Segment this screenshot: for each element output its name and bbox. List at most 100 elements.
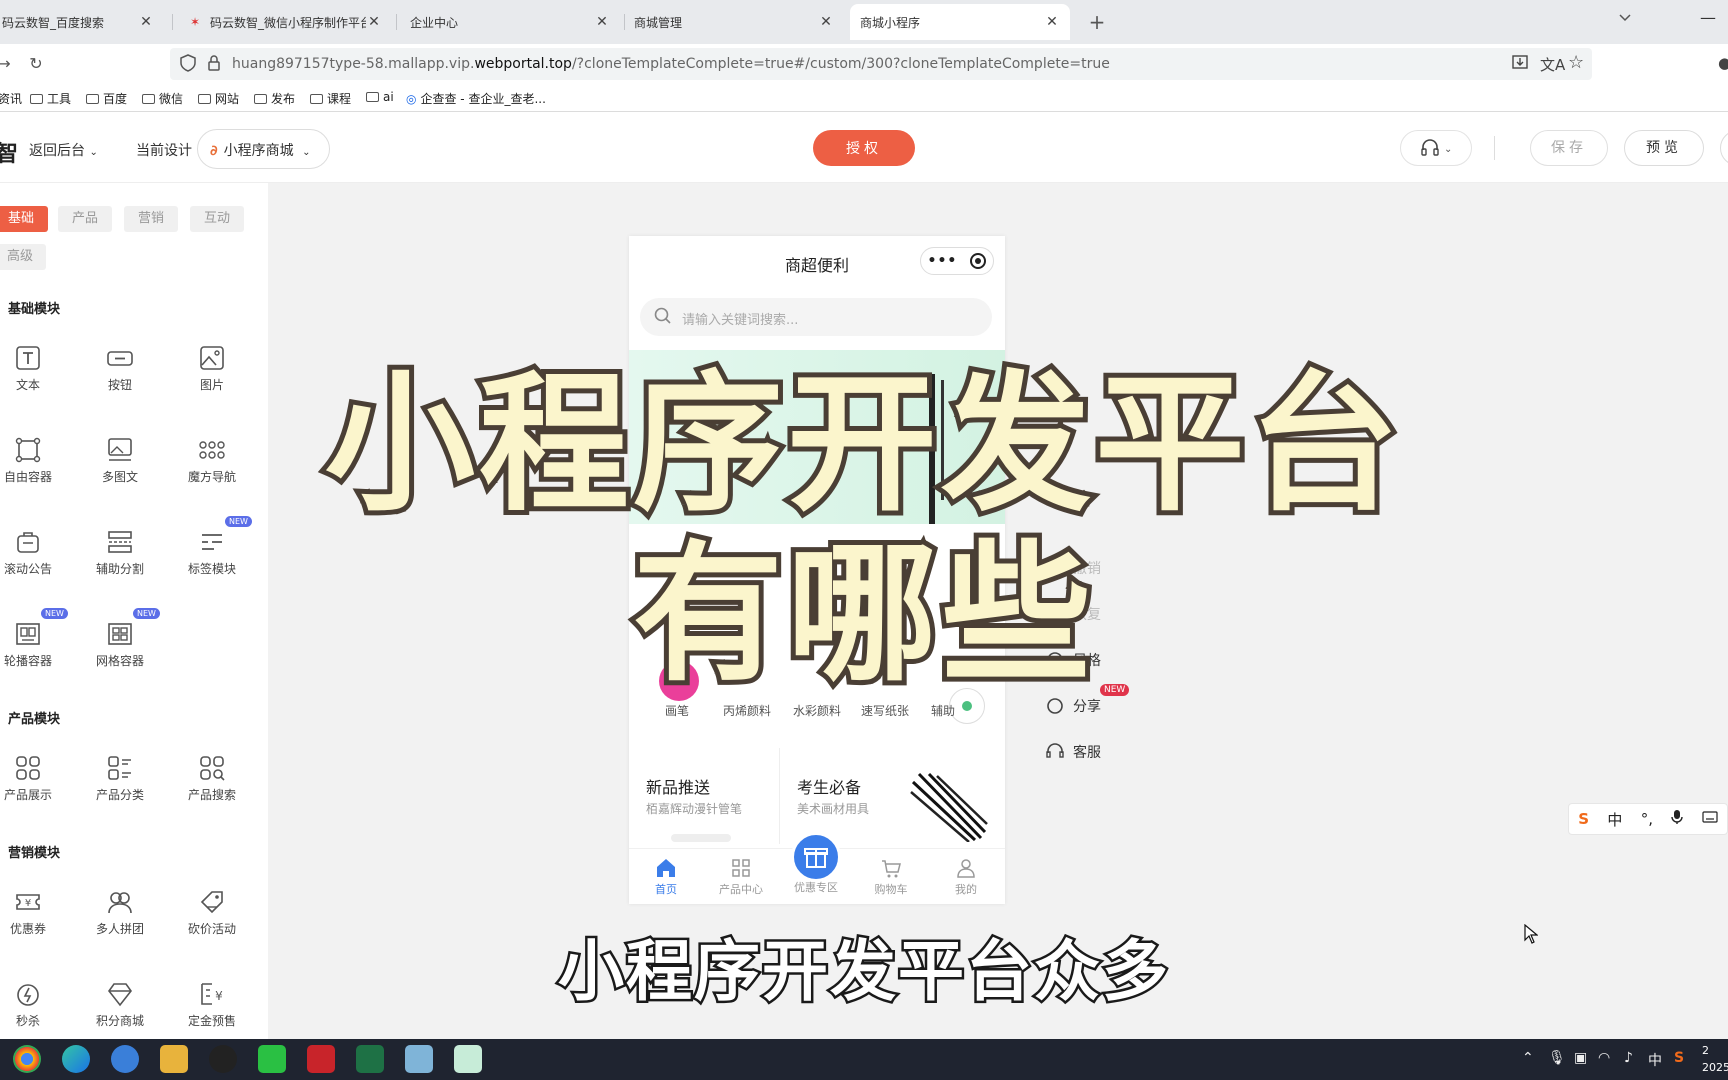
tray-volume-icon[interactable]: ♪ <box>1624 1050 1633 1066</box>
close-target-icon[interactable] <box>970 253 987 269</box>
ime-language[interactable]: 中 <box>1607 809 1622 830</box>
tool-free-container[interactable]: 自由容器 <box>0 436 71 506</box>
tool-product-category[interactable]: 产品分类 <box>77 754 163 824</box>
profile-icon[interactable]: ● <box>1718 54 1728 72</box>
browser-tab-active[interactable]: 商城小程序 ✕ <box>850 4 1070 40</box>
qq-icon[interactable] <box>209 1045 237 1073</box>
close-icon[interactable]: ✕ <box>1044 14 1060 30</box>
category-label[interactable]: 画笔 <box>665 702 689 719</box>
tool-multi-image-text[interactable]: 多图文 <box>77 436 163 506</box>
palette-tab-interactive[interactable]: 互动 <box>190 206 244 232</box>
bookmark-folder[interactable]: 网站 <box>198 90 239 107</box>
star-bookmark-icon[interactable]: ☆ <box>1568 52 1584 73</box>
notes-icon[interactable] <box>405 1045 433 1073</box>
file-explorer-icon[interactable] <box>160 1045 188 1073</box>
tab-list-chevron-icon[interactable] <box>1615 10 1635 32</box>
app-select-dropdown[interactable]: ∂ 小程序商城 ⌄ <box>197 129 330 169</box>
phone-tab-cart[interactable]: 购物车 <box>861 857 921 897</box>
phone-tab-profile[interactable]: 我的 <box>936 857 996 897</box>
phone-tab-home[interactable]: 首页 <box>636 857 696 897</box>
bookmark-folder[interactable]: 课程 <box>310 90 351 107</box>
tool-magic-nav[interactable]: 魔方导航 <box>169 436 255 506</box>
close-icon[interactable]: ✕ <box>138 14 154 30</box>
redo-button[interactable]: 恢复 <box>1045 604 1101 624</box>
tool-product-display[interactable]: 产品展示 <box>0 754 71 824</box>
gift-icon[interactable] <box>791 832 841 882</box>
url-field[interactable]: huang897157type-58.mallapp.vip.webportal… <box>170 48 1592 80</box>
tool-product-search[interactable]: 产品搜索 <box>169 754 255 824</box>
tray-chevron-icon[interactable]: ⌃ <box>1522 1050 1534 1066</box>
excel-icon[interactable] <box>356 1045 384 1073</box>
bookmark-folder[interactable]: 发布 <box>254 90 295 107</box>
window-minimize-button[interactable]: — <box>1700 8 1716 27</box>
undo-button[interactable]: 撤销 <box>1045 558 1101 578</box>
category-label[interactable]: 丙烯颜料 <box>723 702 771 719</box>
browser-tab[interactable]: 商城管理 ✕ <box>624 4 844 40</box>
palette-tab-advanced[interactable]: 高级 <box>0 244 46 270</box>
tool-scroll-notice[interactable]: 滚动公告 <box>0 528 71 598</box>
microphone-icon[interactable] <box>1671 809 1684 829</box>
support-headset-button[interactable]: ⌄ <box>1400 130 1472 166</box>
close-icon[interactable]: ✕ <box>818 14 834 30</box>
promo-title[interactable]: 考生必备 <box>797 774 861 798</box>
taskbar-clock[interactable]: 2 2025 <box>1702 1042 1728 1076</box>
close-icon[interactable]: ✕ <box>366 14 382 30</box>
chrome-icon[interactable] <box>13 1045 41 1073</box>
phone-search-bar[interactable]: 请输入关键词搜索... <box>640 298 992 336</box>
bookmark-folder[interactable]: 工具 <box>30 90 71 107</box>
palette-tab-basic[interactable]: 基础 <box>0 206 48 232</box>
keyboard-icon[interactable] <box>1702 810 1718 828</box>
app-icon[interactable] <box>307 1045 335 1073</box>
header-more-button[interactable] <box>1720 130 1728 166</box>
tool-divider[interactable]: 辅助分割 <box>77 528 163 598</box>
snipping-tool-icon[interactable] <box>454 1045 482 1073</box>
punctuation-icon[interactable]: °, <box>1641 810 1653 828</box>
authorize-button[interactable]: 授权 <box>813 130 915 166</box>
edge-icon[interactable] <box>62 1045 90 1073</box>
bookmark-folder[interactable]: 微信 <box>142 90 183 107</box>
category-label[interactable]: 速写纸张 <box>861 702 909 719</box>
more-dots-icon[interactable]: ••• <box>928 253 958 269</box>
tray-wifi-icon[interactable]: ◠ <box>1598 1050 1610 1066</box>
tool-carousel-container[interactable]: NEW 轮播容器 <box>0 608 71 690</box>
customer-service-button[interactable]: 客服 <box>1045 742 1101 762</box>
tray-sogou-icon[interactable]: S <box>1674 1050 1684 1066</box>
tray-display-icon[interactable]: ▣ <box>1574 1050 1587 1066</box>
save-button[interactable]: 保存 <box>1530 130 1608 166</box>
browser-tab[interactable]: 企业中心 ✕ <box>400 4 620 40</box>
share-button[interactable]: 分享 <box>1045 696 1101 716</box>
preview-button[interactable]: 预览 <box>1624 130 1704 166</box>
phone-preview[interactable]: 商超便利 ••• 请输入关键词搜索... 画笔 丙烯颜料 水彩颜料 速写纸张 辅… <box>629 236 1005 904</box>
bookmark-folder[interactable]: ai <box>366 90 394 104</box>
category-label[interactable]: 辅助 <box>931 702 955 719</box>
tool-tag-module[interactable]: NEW 标签模块 <box>169 516 255 598</box>
category-label[interactable]: 水彩颜料 <box>793 702 841 719</box>
browser-tab[interactable]: ✶ 码云数智_微信小程序制作平台_ ✕ <box>180 4 392 40</box>
bookmark-folder[interactable]: 百度 <box>86 90 127 107</box>
promo-title[interactable]: 新品推送 <box>646 774 710 798</box>
bookmark-item[interactable]: 资讯 <box>0 90 22 107</box>
reload-icon[interactable]: ↻ <box>24 52 48 76</box>
tool-button[interactable]: 按钮 <box>77 344 163 414</box>
wechat-icon[interactable] <box>258 1045 286 1073</box>
forward-arrow-icon[interactable]: → <box>0 52 16 76</box>
browser-tab[interactable]: 码云数智_百度搜索 ✕ <box>0 4 164 40</box>
ime-toolbar[interactable]: S 中 °, <box>1568 803 1728 835</box>
tool-image[interactable]: 图片 <box>169 344 255 414</box>
new-tab-plus-icon[interactable]: + <box>1083 8 1111 36</box>
tool-text[interactable]: 文本 <box>0 344 71 414</box>
download-icon[interactable] <box>1512 54 1528 74</box>
tray-ime-language[interactable]: 中 <box>1648 1050 1662 1070</box>
back-to-admin-button[interactable]: 返回后台 ⌄ <box>29 140 98 160</box>
translate-icon[interactable]: 文A <box>1540 54 1565 75</box>
mini-program-capsule[interactable]: ••• <box>920 247 994 275</box>
palette-tab-marketing[interactable]: 营销 <box>124 206 178 232</box>
sogou-browser-icon[interactable] <box>111 1045 139 1073</box>
tool-grid-container[interactable]: NEW 网格容器 <box>77 608 163 690</box>
tray-mic-icon[interactable]: 🎙 <box>1548 1050 1566 1066</box>
bookmark-item[interactable]: ◎ 企查查 - 查企业_查老... <box>406 90 546 107</box>
palette-tab-product[interactable]: 产品 <box>58 206 112 232</box>
phone-tab-products[interactable]: 产品中心 <box>711 857 771 897</box>
phone-banner[interactable] <box>629 350 1005 524</box>
style-button[interactable]: 风格 <box>1045 650 1101 670</box>
